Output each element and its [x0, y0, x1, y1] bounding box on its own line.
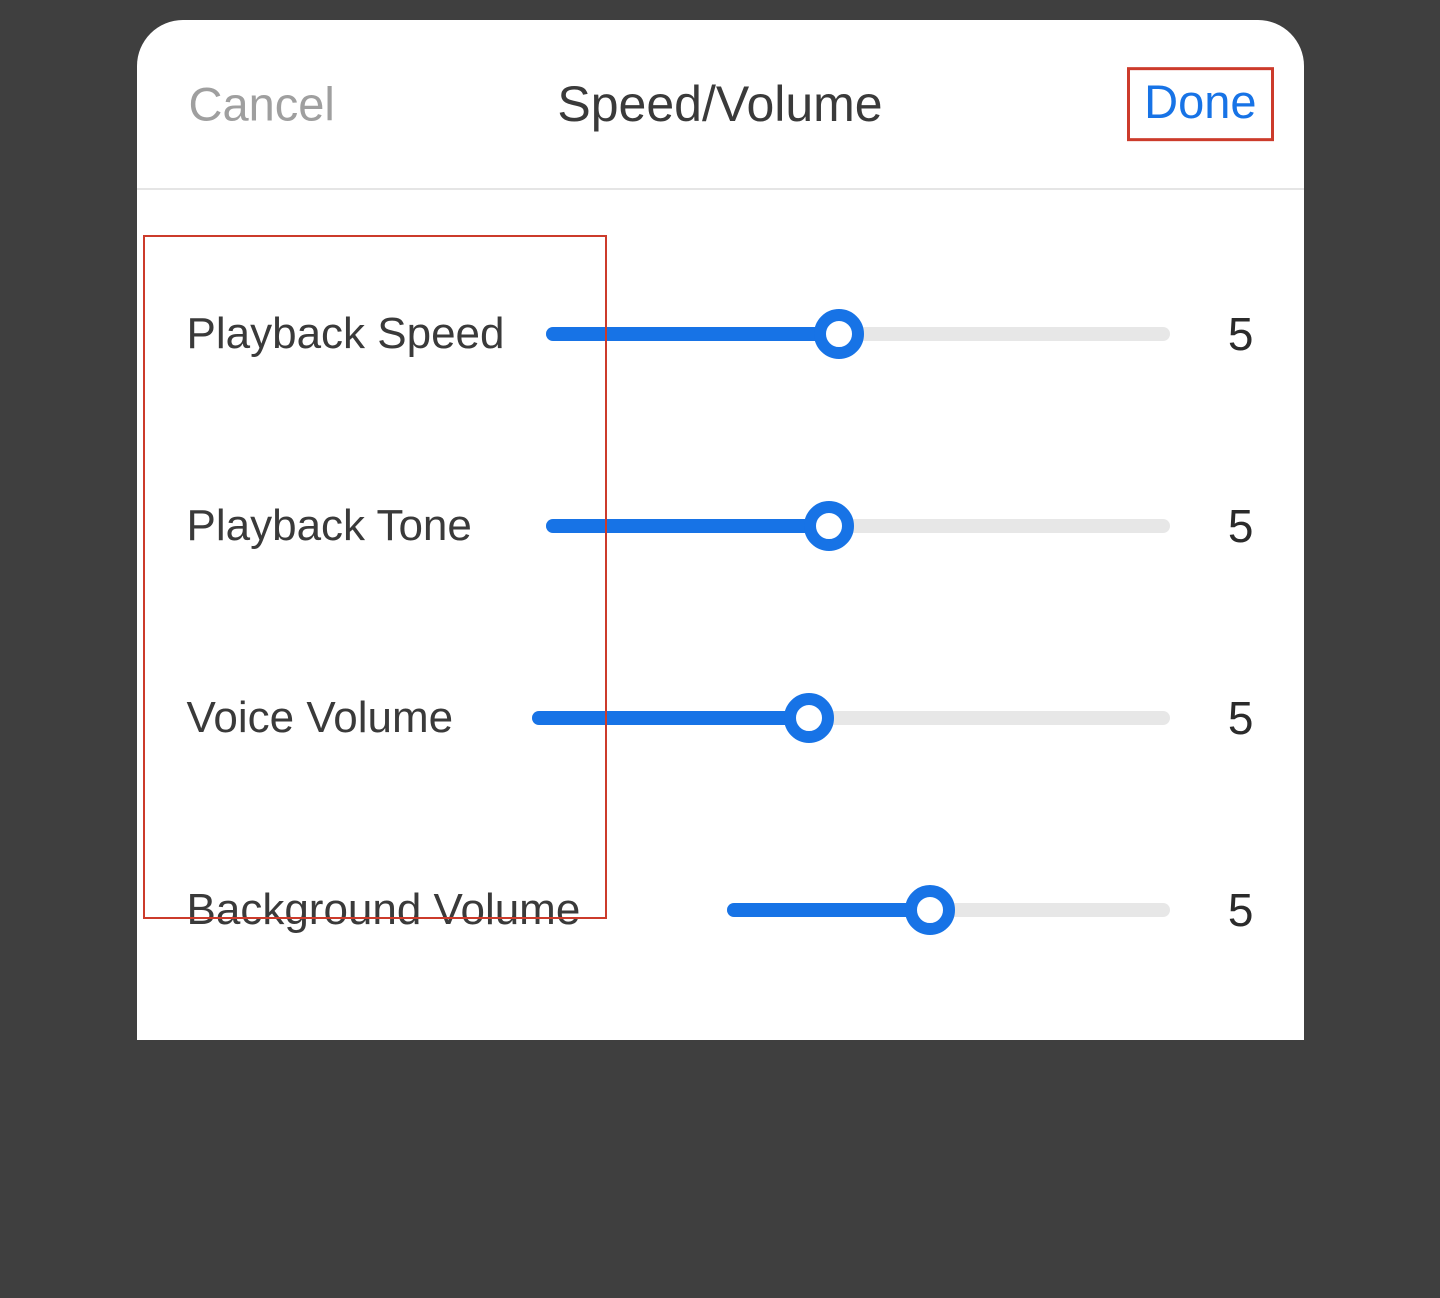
slider-label: Background Volume [187, 885, 597, 935]
slider-value: 5 [1194, 499, 1254, 553]
sheet-title: Speed/Volume [557, 75, 882, 133]
slider-row-background-volume: Background Volume 5 [187, 814, 1254, 1006]
sliders-list: Playback Speed 5 Playback Tone 5 Voice V… [137, 190, 1304, 1006]
voice-volume-slider[interactable] [532, 688, 1170, 748]
slider-row-voice-volume: Voice Volume 5 [187, 622, 1254, 814]
sheet-header: Cancel Speed/Volume Done [137, 20, 1304, 190]
cancel-button[interactable]: Cancel [189, 77, 335, 132]
slider-value: 5 [1194, 691, 1254, 745]
slider-row-playback-tone: Playback Tone 5 [187, 430, 1254, 622]
slider-fill [532, 711, 803, 725]
slider-row-playback-speed: Playback Speed 5 [187, 238, 1254, 430]
playback-speed-slider[interactable] [546, 304, 1170, 364]
settings-sheet: Cancel Speed/Volume Done Playback Speed … [137, 20, 1304, 1040]
slider-thumb[interactable] [905, 885, 955, 935]
slider-fill [546, 327, 833, 341]
slider-fill [546, 519, 824, 533]
slider-value: 5 [1194, 307, 1254, 361]
slider-fill [727, 903, 926, 917]
slider-label: Playback Speed [187, 309, 522, 359]
slider-thumb[interactable] [804, 501, 854, 551]
slider-label: Voice Volume [187, 693, 482, 743]
slider-value: 5 [1194, 883, 1254, 937]
background-volume-slider[interactable] [727, 880, 1170, 940]
done-button[interactable]: Done [1127, 67, 1273, 141]
slider-thumb[interactable] [814, 309, 864, 359]
slider-label: Playback Tone [187, 501, 522, 551]
slider-thumb[interactable] [784, 693, 834, 743]
playback-tone-slider[interactable] [546, 496, 1170, 556]
